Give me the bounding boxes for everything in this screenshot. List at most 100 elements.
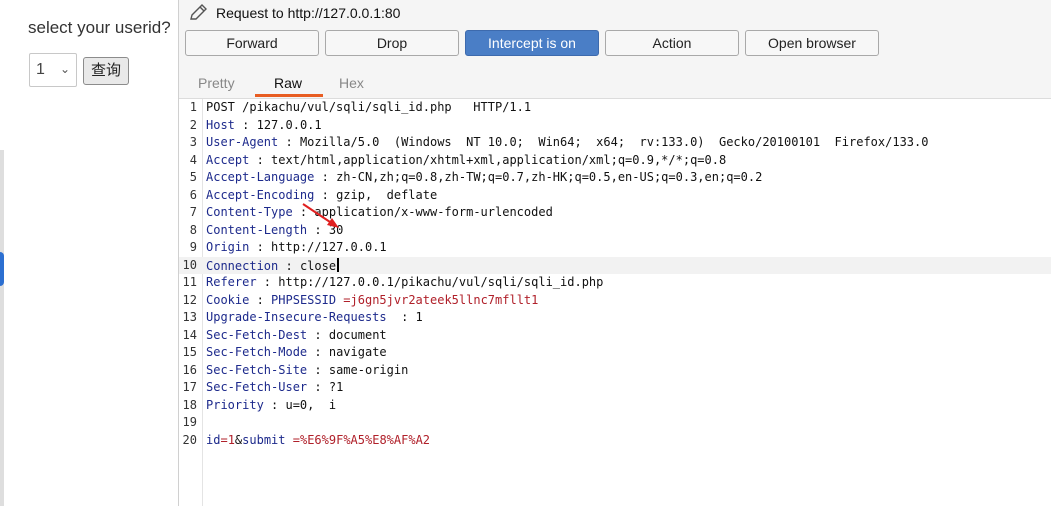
header-name: Sec-Fetch-User (206, 380, 308, 394)
web-page: select your userid? 1 ⌄ 查询 (0, 0, 178, 506)
header-value: PHPSESSID (271, 292, 337, 307)
userid-select-value: 1 (36, 61, 45, 78)
intercept-panel: Request to http://127.0.0.1:80 Forward D… (178, 0, 1051, 506)
view-tabs: Pretty Raw Hex (179, 66, 1051, 99)
header-separator: : (307, 345, 329, 359)
header-value: Mozilla/5.0 (Windows NT 10.0; Win64; x64… (299, 135, 929, 149)
header-value: gzip, deflate (336, 187, 438, 202)
header-value: ?1 (328, 380, 344, 394)
header-separator: : (256, 275, 279, 289)
header-name: Accept (206, 152, 250, 167)
query-button[interactable]: 查询 (83, 57, 129, 85)
cookie-value: j6gn5jvr2ateek5llnc7mfllt1 (350, 292, 539, 307)
header-name: Accept-Encoding (206, 187, 315, 202)
body-equals: = (220, 432, 228, 447)
header-name: Accept-Language (206, 170, 315, 184)
header-separator: : (278, 258, 300, 273)
line-number: 12 (182, 292, 197, 307)
header-value: http://127.0.0.1/pikachu/vul/sqli/sqli_i… (278, 275, 604, 289)
line-number: 13 (182, 310, 197, 324)
intercept-header: Request to http://127.0.0.1:80 Forward D… (179, 0, 1051, 66)
header-name: Connection (206, 258, 279, 273)
header-value: 1 (415, 310, 423, 324)
header-line: 5 Accept-Language : zh-CN,zh;q=0.8,zh-TW;… (179, 169, 1051, 187)
cookie-equals: = (336, 292, 351, 307)
header-name: Content-Length (206, 222, 308, 237)
header-name: Content-Type (206, 205, 293, 219)
forward-button[interactable]: Forward (185, 30, 319, 56)
line-number: 19 (182, 415, 197, 429)
header-text: Upgrade-Insecure-Requests : 1 (206, 310, 423, 324)
header-value: 127.0.0.1 (256, 117, 322, 132)
body-param-value: %E6%9F%A5%E8%AF%A2 (299, 432, 431, 447)
header-value: application/x-www-form-urlencoded (314, 205, 553, 219)
header-name: Upgrade-Insecure-Requests (206, 310, 387, 324)
header-value: u=0, i (285, 397, 337, 412)
userid-question: select your userid? (28, 18, 171, 37)
header-line: 3 User-Agent : Mozilla/5.0 (Windows NT 10… (179, 134, 1051, 152)
header-value: http://127.0.0.1 (271, 240, 387, 254)
intercept-toggle-button[interactable]: Intercept is on (465, 30, 599, 56)
header-line: 11 Referer : http://127.0.0.1/pikachu/vul… (179, 274, 1051, 292)
tab-pretty[interactable]: Pretty (198, 75, 235, 91)
header-line: 9 Origin : http://127.0.0.1 (179, 239, 1051, 257)
header-separator: : (307, 327, 329, 342)
line-number: 15 (182, 345, 197, 359)
text-cursor (337, 257, 340, 272)
header-text: Accept-Language : zh-CN,zh;q=0.8,zh-TW;q… (206, 170, 762, 184)
line-number: 17 (182, 380, 197, 394)
header-text: Referer : http://127.0.0.1/pikachu/vul/s… (206, 275, 603, 289)
header-name: Priority (206, 397, 264, 412)
line-number: 1 (189, 100, 197, 114)
header-name: Cookie (206, 292, 250, 307)
tab-raw[interactable]: Raw (274, 75, 302, 91)
line-number: 3 (189, 135, 197, 149)
header-value: text/html,application/xhtml+xml,applicat… (271, 152, 727, 167)
header-text: Connection : close (206, 257, 340, 273)
header-separator: : (314, 170, 337, 184)
body-param-name: submit (242, 432, 286, 447)
line-number: 7 (189, 205, 197, 219)
drop-button[interactable]: Drop (325, 30, 459, 56)
request-line-text: POST /pikachu/vul/sqli/sqli_id.php HTTP/… (206, 100, 532, 114)
header-name: Referer (206, 275, 257, 289)
userid-select[interactable]: 1 ⌄ (29, 53, 77, 87)
header-value: zh-CN,zh;q=0.8,zh-TW;q=0.7,zh-HK;q=0.5,e… (336, 170, 763, 184)
line-number: 2 (189, 117, 197, 132)
line-number: 8 (189, 222, 197, 237)
body-param-name: id (206, 432, 221, 447)
line-number: 10 (182, 257, 197, 272)
header-line: 16 Sec-Fetch-Site : same-origin (179, 362, 1051, 380)
line-number: 4 (189, 152, 197, 167)
header-text: Sec-Fetch-Mode : navigate (206, 345, 387, 359)
header-text: Accept-Encoding : gzip, deflate (206, 188, 437, 202)
line-number: 14 (182, 327, 197, 342)
tab-hex[interactable]: Hex (339, 75, 364, 91)
open-browser-button[interactable]: Open browser (745, 30, 879, 56)
header-text: Sec-Fetch-Dest : document (206, 328, 387, 342)
header-text: User-Agent : Mozilla/5.0 (Windows NT 10.… (206, 135, 928, 149)
header-line: 18 Priority : u=0, i (179, 397, 1051, 415)
header-text: Accept : text/html,application/xhtml+xml… (206, 153, 726, 167)
window-edge (0, 150, 4, 506)
header-text: Origin : http://127.0.0.1 (206, 240, 387, 254)
action-button[interactable]: Action (605, 30, 739, 56)
header-separator: : (307, 380, 329, 394)
line-number: 9 (189, 240, 197, 254)
header-separator: : (314, 187, 337, 202)
line-number: 18 (182, 397, 197, 412)
line-number: 6 (189, 187, 197, 202)
header-line: 14 Sec-Fetch-Dest : document (179, 327, 1051, 345)
header-separator: : (249, 292, 272, 307)
line-number: 11 (182, 275, 197, 289)
header-line: 15 Sec-Fetch-Mode : navigate (179, 344, 1051, 362)
header-text: Host : 127.0.0.1 (206, 118, 322, 132)
request-editor[interactable]: 1 POST /pikachu/vul/sqli/sqli_id.php HTT… (179, 99, 1051, 506)
header-text: Sec-Fetch-User : ?1 (206, 380, 343, 394)
header-separator: : (307, 362, 329, 377)
header-separator: : (249, 240, 272, 254)
header-separator: : (386, 310, 416, 324)
header-text: Priority : u=0, i (206, 398, 336, 412)
line-number: 5 (189, 170, 197, 184)
blank-line: 19 (179, 414, 1051, 432)
